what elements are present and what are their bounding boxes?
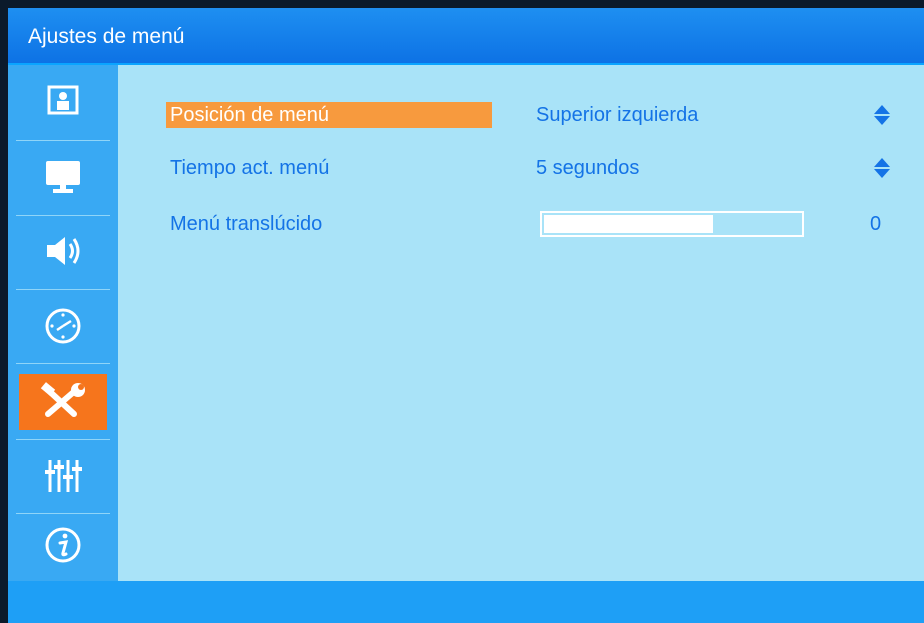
menu-timeout-value: 5 segundos xyxy=(536,157,640,179)
up-down-arrow-icon[interactable] xyxy=(871,157,893,179)
sidebar-item-audio[interactable] xyxy=(8,215,118,287)
sidebar-item-display[interactable] xyxy=(8,141,118,213)
info-icon xyxy=(45,527,81,563)
menu-transparency-row[interactable]: Menú translúcido 0 xyxy=(118,209,924,241)
menu-timeout-row[interactable]: Tiempo act. menú 5 segundos xyxy=(118,153,924,185)
sidebar-item-timer[interactable] xyxy=(8,290,118,362)
menu-title: Ajustes de menú xyxy=(8,8,924,65)
menu-transparency-label: Menú translúcido xyxy=(170,213,323,235)
advanced-tile xyxy=(19,448,107,504)
menu-position-value: Superior izquierda xyxy=(536,104,699,126)
transparency-value: 0 xyxy=(870,213,882,235)
setup-tile-active xyxy=(19,374,107,430)
menu-position-label: Posición de menú xyxy=(166,102,492,128)
sidebar-item-advanced[interactable] xyxy=(8,440,118,512)
picture-icon xyxy=(47,85,79,115)
setup-tools-icon xyxy=(40,382,85,417)
osd-menu: Ajustes de menú Posición de menú Superio… xyxy=(8,8,924,623)
footer-bar xyxy=(8,581,924,623)
settings-panel: Posición de menú Superior izquierda Tiem… xyxy=(118,65,924,581)
sidebar-item-setup[interactable] xyxy=(8,366,118,438)
display-tile xyxy=(19,149,107,205)
advanced-sliders-icon xyxy=(45,460,82,492)
transparency-slider[interactable] xyxy=(540,211,804,237)
timer-tile xyxy=(19,298,107,354)
sidebar xyxy=(8,65,118,581)
display-icon xyxy=(46,161,80,193)
transparency-slider-fill xyxy=(544,215,713,233)
picture-tile xyxy=(19,73,107,129)
up-down-arrow-icon[interactable] xyxy=(871,104,893,126)
sidebar-item-info[interactable] xyxy=(8,509,118,581)
info-tile xyxy=(19,517,107,573)
sidebar-divider xyxy=(16,363,110,364)
menu-timeout-label: Tiempo act. menú xyxy=(170,157,330,179)
sidebar-item-picture[interactable] xyxy=(8,65,118,137)
menu-position-row[interactable]: Posición de menú Superior izquierda xyxy=(118,100,924,132)
audio-icon xyxy=(47,237,80,265)
audio-tile xyxy=(19,223,107,279)
timer-icon xyxy=(45,308,81,344)
